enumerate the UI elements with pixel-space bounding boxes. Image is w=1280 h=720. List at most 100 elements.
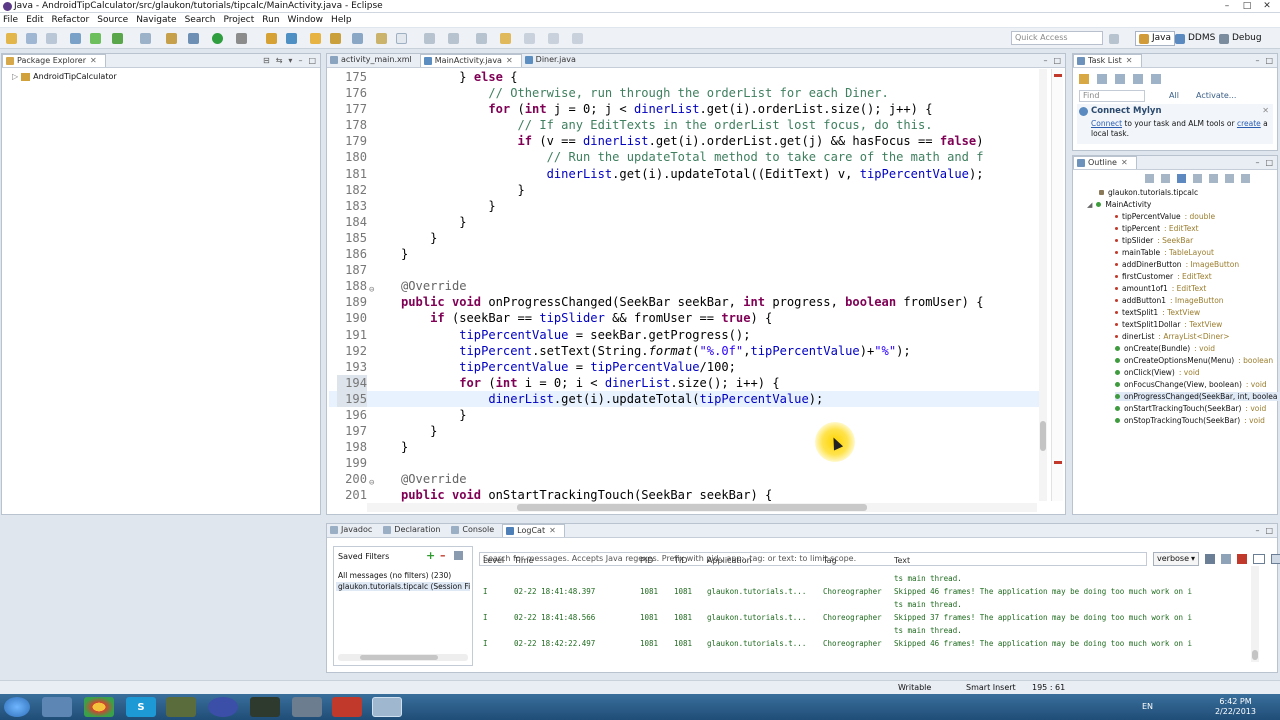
perspective-java[interactable]: Java: [1135, 31, 1176, 46]
debug-icon[interactable]: [188, 33, 199, 44]
perspective-debug[interactable]: Debug: [1216, 31, 1265, 46]
activate-link[interactable]: Activate...: [1196, 91, 1236, 100]
col-pid[interactable]: PID: [640, 556, 653, 565]
tree-item-project[interactable]: ▷ AndroidTipCalculator: [12, 72, 117, 81]
code-line[interactable]: 193 tipPercentValue = tipPercentValue/10…: [329, 359, 1041, 375]
focus-icon[interactable]: [1115, 74, 1125, 84]
verbosity-select[interactable]: verbose ▾: [1153, 552, 1199, 566]
toggle-breadcrumb-icon[interactable]: [396, 33, 407, 44]
menu-refactor[interactable]: Refactor: [52, 13, 90, 27]
tab-package-explorer[interactable]: Package Explorer ✕: [2, 54, 106, 67]
outline-member[interactable]: onStopTrackingTouch(SeekBar): void: [1115, 416, 1265, 425]
menu-file[interactable]: File: [3, 13, 18, 27]
col-text[interactable]: Text: [894, 556, 910, 565]
toggle-mark-icon[interactable]: [376, 33, 387, 44]
error-marker[interactable]: [1054, 461, 1062, 464]
search-icon[interactable]: [352, 33, 363, 44]
logcat-search-input[interactable]: Search for messages. Accepts Java regexe…: [479, 552, 1147, 566]
next-annotation-icon[interactable]: [448, 33, 459, 44]
open-type-icon[interactable]: [310, 33, 321, 44]
app-icon[interactable]: [166, 697, 196, 717]
menu-search[interactable]: Search: [185, 13, 216, 27]
minimize-icon[interactable]: –: [1255, 158, 1259, 167]
code-line[interactable]: 199: [329, 455, 1041, 471]
hide-local-icon[interactable]: [1225, 174, 1234, 183]
outline-member[interactable]: onProgressChanged(SeekBar, int, boolea: [1115, 392, 1280, 401]
open-folder-icon[interactable]: [330, 33, 341, 44]
collapse-all-icon[interactable]: ⊟: [263, 56, 270, 65]
code-line[interactable]: 181 dinerList.get(i).updateTotal((EditTe…: [329, 166, 1041, 182]
outline-class[interactable]: ◢ MainActivity: [1087, 200, 1151, 209]
android-sdk-icon[interactable]: [70, 33, 81, 44]
tab-logcat[interactable]: LogCat ✕: [502, 524, 565, 537]
new-icon[interactable]: [6, 33, 17, 44]
outline-member[interactable]: firstCustomer: EditText: [1115, 272, 1212, 281]
code-line[interactable]: 183 }: [329, 198, 1041, 214]
outline-member[interactable]: dinerList: ArrayList<Diner>: [1115, 332, 1230, 341]
outline-member[interactable]: amount1of1: EditText: [1115, 284, 1206, 293]
hide-nonpublic-icon[interactable]: [1209, 174, 1218, 183]
outline-member[interactable]: onCreateOptionsMenu(Menu): boolean: [1115, 356, 1273, 365]
outline-member[interactable]: textSplit1Dollar: TextView: [1115, 320, 1222, 329]
outline-member[interactable]: onClick(View): void: [1115, 368, 1200, 377]
android-icon[interactable]: [112, 33, 123, 44]
code-line[interactable]: 182 }: [329, 182, 1041, 198]
close-button[interactable]: ✕: [1258, 0, 1276, 12]
scroll-thumb[interactable]: [517, 504, 867, 511]
filter-session[interactable]: glaukon.tutorials.tipcalc (Session Filt: [336, 582, 470, 591]
tab-task-list[interactable]: Task List ✕: [1073, 54, 1142, 67]
start-button[interactable]: [4, 697, 30, 717]
close-icon[interactable]: ✕: [1121, 158, 1128, 167]
new-java-project-icon[interactable]: [266, 33, 277, 44]
maximize-icon[interactable]: □: [308, 56, 316, 65]
menu-navigate[interactable]: Navigate: [136, 13, 176, 27]
col-application[interactable]: Application: [707, 556, 752, 565]
code-line[interactable]: 194 for (int i = 0; i < dinerList.size()…: [329, 374, 1041, 391]
edit-filter-icon[interactable]: [454, 551, 463, 560]
new-task-icon[interactable]: [1079, 74, 1089, 84]
outline-member[interactable]: onStartTrackingTouch(SeekBar): void: [1115, 404, 1266, 413]
code-line[interactable]: 186}: [329, 246, 1041, 262]
remove-filter-icon[interactable]: –: [440, 549, 446, 562]
connect-link[interactable]: Connect: [1091, 119, 1122, 128]
outline-member[interactable]: onCreate(Bundle): void: [1115, 344, 1215, 353]
col-tid[interactable]: TID: [674, 556, 687, 565]
code-line[interactable]: 185 }: [329, 230, 1041, 246]
acrobat-icon[interactable]: [332, 697, 362, 717]
tab-activity-main-xml[interactable]: activity_main.xml: [327, 54, 420, 67]
code-line[interactable]: 191 tipPercentValue = seekBar.getProgres…: [329, 327, 1041, 343]
scroll-thumb[interactable]: [1252, 650, 1258, 660]
menu-project[interactable]: Project: [223, 13, 254, 27]
outline-package[interactable]: glaukon.tutorials.tipcalc: [1099, 188, 1198, 197]
external-tools-icon[interactable]: [236, 33, 247, 44]
code-line[interactable]: 187: [329, 262, 1041, 278]
maximize-icon[interactable]: □: [1265, 56, 1273, 65]
toggle-columns-icon[interactable]: [1253, 554, 1265, 564]
clear-log-icon[interactable]: [1221, 554, 1231, 564]
hide-fields-icon[interactable]: [1177, 174, 1186, 183]
open-perspective-button[interactable]: [1106, 31, 1132, 46]
code-line[interactable]: 201 public void onStartTrackingTouch(Seek…: [329, 487, 1041, 503]
explorer-icon[interactable]: [42, 697, 72, 717]
eclipse-taskbar-icon[interactable]: [208, 697, 238, 717]
maximize-icon[interactable]: □: [1053, 56, 1061, 65]
code-line[interactable]: 180 // Run the updateTotal method to tak…: [329, 149, 1041, 165]
back-icon[interactable]: [500, 33, 511, 44]
code-line[interactable]: 198}: [329, 439, 1041, 455]
tab-javadoc[interactable]: Javadoc: [327, 524, 380, 537]
collapse-all-icon[interactable]: [1133, 74, 1143, 84]
new-package-icon[interactable]: [286, 33, 297, 44]
maximize-button[interactable]: □: [1238, 0, 1256, 12]
filters-scrollbar[interactable]: [338, 654, 468, 661]
expand-arrow-icon[interactable]: ◢: [1087, 201, 1092, 209]
add-filter-icon[interactable]: +: [426, 549, 435, 562]
task-find-input[interactable]: Find: [1079, 90, 1145, 102]
network-app-icon[interactable]: [292, 697, 322, 717]
col-time[interactable]: Time: [514, 556, 534, 565]
chrome-icon[interactable]: [84, 697, 114, 717]
scroll-thumb[interactable]: [360, 655, 438, 660]
close-icon[interactable]: ✕: [1126, 56, 1133, 65]
filter-all-link[interactable]: All: [1169, 91, 1179, 100]
menu-source[interactable]: Source: [97, 13, 128, 27]
expand-arrow-icon[interactable]: ▷: [12, 72, 18, 81]
